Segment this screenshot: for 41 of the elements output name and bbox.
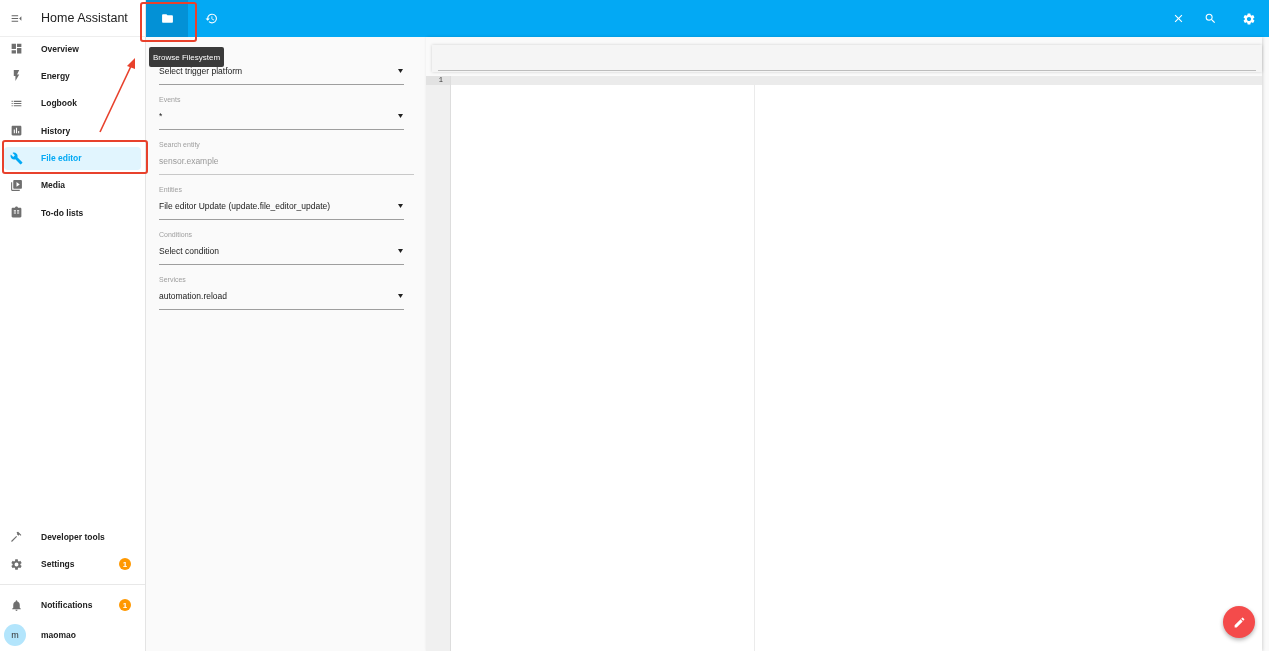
highlight-frame	[140, 2, 197, 42]
settings-icon	[1242, 11, 1256, 26]
clipboard-icon	[10, 206, 23, 220]
user-name: maomao	[41, 629, 77, 640]
sidebar-item[interactable]: Logbook	[4, 91, 141, 115]
dropdown-field[interactable]: Select condition	[159, 241, 404, 265]
settings-icon	[10, 557, 23, 571]
count-badge: 1	[119, 558, 131, 571]
toolbar-button[interactable]	[146, 0, 188, 37]
caret-icon	[398, 248, 403, 253]
sidebar-item[interactable]: Overview	[4, 37, 141, 60]
user-profile-item[interactable]: m maomao	[4, 623, 141, 646]
dropdown-field[interactable]: File editor Update (update.file_editor_update)	[159, 196, 404, 220]
caret-icon	[398, 113, 403, 118]
wrench-icon	[10, 151, 23, 165]
tooltip: Browse Filesystem	[149, 47, 225, 67]
dropdown-field[interactable]: *	[159, 106, 404, 130]
pencil-icon	[1232, 615, 1246, 629]
count-badge: 1	[119, 599, 131, 612]
sidebar-item[interactable]: Settings 1	[4, 552, 141, 576]
caret-icon	[398, 203, 403, 208]
bell-icon	[10, 598, 23, 612]
caret-icon	[398, 68, 403, 73]
sidebar-item[interactable]: Notifications 1	[4, 593, 141, 617]
sidebar-item[interactable]: Developer tools	[4, 525, 141, 549]
dropdown-field[interactable]: automation.reload	[159, 286, 404, 310]
hammer-icon	[10, 530, 23, 544]
sidebar-item[interactable]: History	[4, 119, 141, 143]
history-icon	[204, 12, 218, 25]
sidebar-item[interactable]: To-do lists	[4, 201, 141, 225]
bar-chart-icon	[10, 124, 23, 138]
caret-icon	[398, 293, 403, 298]
app-title: Home Assistant	[41, 11, 128, 25]
user-avatar: m	[4, 623, 26, 646]
play-icon	[10, 178, 23, 192]
dashboard-icon	[10, 42, 23, 55]
search-icon	[1203, 12, 1217, 25]
folder-icon	[160, 12, 174, 25]
input-field[interactable]: sensor.example	[159, 151, 414, 175]
sidebar-item[interactable]: Media	[4, 173, 141, 197]
sidebar-item[interactable]: Energy	[4, 64, 141, 88]
